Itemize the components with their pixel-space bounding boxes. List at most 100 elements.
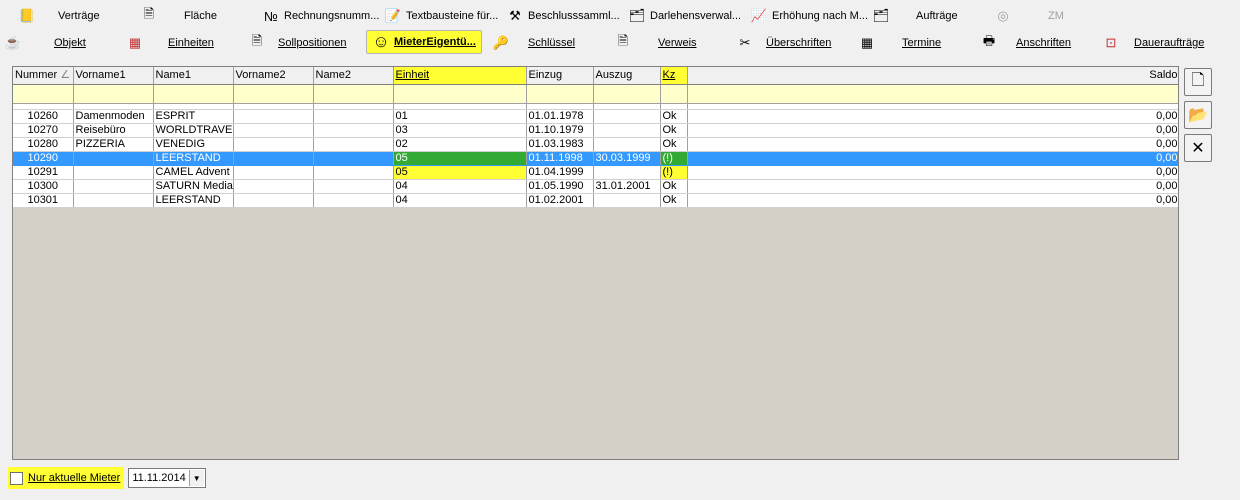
cell-kz: Ok [660,193,688,208]
cell-name2 [313,165,394,180]
filter-cell[interactable] [687,84,1178,104]
tenant-grid[interactable]: Nummer ∠ Vorname1 Name1 Vorname2 Name2 E… [12,66,1179,460]
object-icon: ☕ [4,35,22,50]
delete-record-button[interactable]: ✕ [1184,134,1212,162]
column-header-einheit[interactable]: Einheit [393,67,527,85]
tab-label: Einheiten [168,37,214,49]
tab-vertraege[interactable]: 📒 Verträge [18,4,100,28]
table-row-selected[interactable]: 10290 LEERSTAND 05 01.11.1998 30.03.1999… [13,151,1178,166]
table-row[interactable]: 10300 SATURN Media 04 01.05.1990 31.01.2… [13,179,1178,194]
tab-verweis[interactable]: 🗎 Verweis [614,31,697,55]
open-record-button[interactable]: 📂 [1184,101,1212,129]
tab-zm[interactable]: ◎ ZM [994,4,1064,28]
cell-auszug [593,109,661,124]
tab-label: Aufträge [916,10,958,22]
filter-cell[interactable] [233,84,314,104]
cell-kz: Ok [660,109,688,124]
cell-auszug [593,123,661,138]
cell-saldo: 0,00 [687,179,1178,194]
tab-flaeche[interactable]: 🗎 Fläche [140,4,217,28]
tab-auftraege[interactable]: 🗂 Aufträge [872,4,958,28]
cell-einzug: 01.01.1978 [526,109,594,124]
column-header-einzug[interactable]: Einzug [526,67,594,85]
cell-saldo: 0,00 [687,165,1178,180]
table-row[interactable]: 10301 LEERSTAND 04 01.02.2001 Ok 0,00 [13,193,1178,208]
cell-einzug: 01.05.1990 [526,179,594,194]
reference-date-select[interactable]: 11.11.2014 ▼ [128,468,206,488]
table-row[interactable]: 10280 PIZZERIA VENEDIG 02 01.03.1983 Ok … [13,137,1178,152]
cell-vorname1: Damenmoden [73,109,154,124]
tab-rechnungsnummern[interactable]: № Rechnungsnumm... [262,4,379,28]
filter-cell[interactable] [526,84,594,104]
new-record-button[interactable]: 🗋 [1184,68,1212,96]
cell-einheit: 03 [393,123,527,138]
cell-einheit: 02 [393,137,527,152]
chevron-down-icon[interactable]: ▼ [188,470,204,486]
column-header-kz[interactable]: Kz [660,67,688,85]
filter-cell[interactable] [13,84,74,104]
tab-mietereigentuemer[interactable]: ☺ MieterEigentü... [366,30,482,54]
cell-vorname2 [233,137,314,152]
cell-nummer: 10301 [13,193,74,208]
tab-label: Verträge [58,10,100,22]
current-tenants-filter[interactable]: Nur aktuelle Mieter [8,467,125,489]
cell-auszug: 30.03.1999 [593,151,661,166]
cell-einzug: 01.03.1983 [526,137,594,152]
column-header-vorname1[interactable]: Vorname1 [73,67,154,85]
column-header-nummer[interactable]: Nummer ∠ [13,67,74,85]
toolbar-row-1: 📒 Verträge 🗎 Fläche № Rechnungsnumm... 📝… [0,3,1240,31]
cell-name1: SATURN Media [153,179,234,194]
filter-cell[interactable] [313,84,394,104]
calendar-icon: ▦ [860,35,874,50]
cell-einheit: 04 [393,193,527,208]
cell-name2 [313,193,394,208]
tab-beschlusssammlung[interactable]: ⚒ Beschlusssamml... [506,4,620,28]
filter-cell[interactable] [660,84,688,104]
tab-label: Darlehensverwal... [650,10,742,22]
tab-erhoehung[interactable]: 📈 Erhöhung nach M... [750,4,868,28]
cell-einzug: 01.04.1999 [526,165,594,180]
tab-label: Erhöhung nach M... [772,10,869,22]
cell-auszug: 31.01.2001 [593,179,661,194]
filter-cell[interactable] [153,84,234,104]
column-header-auszug[interactable]: Auszug [593,67,661,85]
cell-kz: Ok [660,137,688,152]
cell-saldo: 0,00 [687,109,1178,124]
column-header-name1[interactable]: Name1 [153,67,234,85]
cell-name1: CAMEL Advent [153,165,234,180]
tab-termine[interactable]: ▦ Termine [858,31,941,55]
target-positions-icon: 🗎 [251,33,263,48]
tab-schluessel[interactable]: 🔑 Schlüssel [492,31,575,55]
cell-saldo: 0,00 [687,123,1178,138]
header-row: Nummer ∠ Vorname1 Name1 Vorname2 Name2 E… [13,67,1178,85]
column-header-vorname2[interactable]: Vorname2 [233,67,314,85]
column-header-name2[interactable]: Name2 [313,67,394,85]
filter-cell[interactable] [73,84,154,104]
tab-label: Fläche [184,10,218,22]
filter-cell[interactable] [593,84,661,104]
tab-einheiten[interactable]: ▦ Einheiten [126,31,214,55]
filter-cell[interactable] [393,84,527,104]
loan-icon: 🗂 [628,8,646,23]
table-row[interactable]: 10270 Reisebüro WORLDTRAVE 03 01.10.1979… [13,123,1178,138]
tab-darlehensverwaltung[interactable]: 🗂 Darlehensverwal... [628,4,741,28]
addresses-icon: 🖶 [982,33,996,48]
cell-nummer: 10280 [13,137,74,152]
cell-einheit: 01 [393,109,527,124]
tab-ueberschriften[interactable]: ✂ Überschriften [736,31,832,55]
tab-label: Termine [902,37,942,49]
tab-anschriften[interactable]: 🖶 Anschriften [980,31,1071,55]
tab-label: Anschriften [1016,37,1072,49]
tab-textbausteine[interactable]: 📝 Textbausteine für... [384,4,498,28]
table-row[interactable]: 10291 CAMEL Advent 05 01.04.1999 (!) 0,0… [13,165,1178,180]
current-tenants-checkbox[interactable] [10,471,23,485]
tab-dauerauftraege[interactable]: ⊡ Daueraufträge [1102,31,1205,55]
table-row[interactable]: 10260 Damenmoden ESPRIT 01 01.01.1978 Ok… [13,109,1178,124]
column-header-saldo[interactable]: Saldo [687,67,1178,85]
tab-objekt[interactable]: ☕ Objekt [4,31,86,55]
cell-nummer: 10290 [13,151,74,166]
cell-saldo: 0,00 [687,193,1178,208]
cell-vorname1: PIZZERIA [73,137,154,152]
tab-sollpositionen[interactable]: 🗎 Sollpositionen [248,31,347,55]
text-blocks-icon: 📝 [384,8,402,23]
